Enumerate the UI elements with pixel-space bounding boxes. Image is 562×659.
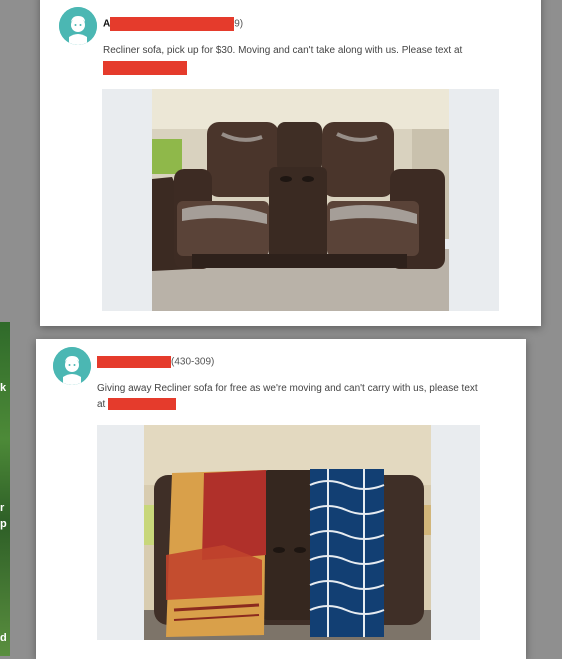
phone-suffix: (430-309) bbox=[171, 356, 215, 368]
poster-name[interactable]: A 9) bbox=[103, 17, 243, 31]
partial-label: r bbox=[0, 502, 5, 514]
partial-label: d bbox=[0, 632, 7, 644]
post-message: Recliner sofa, pick up for $30. Moving a… bbox=[103, 43, 523, 76]
background-plant-strip: k r p d bbox=[0, 322, 10, 656]
post-card: A 9) Recliner sofa, pick up for $30. Movi… bbox=[40, 0, 541, 326]
partial-label: k bbox=[0, 382, 7, 394]
redacted-name bbox=[97, 356, 171, 368]
redacted-phone bbox=[108, 398, 177, 411]
redacted-phone bbox=[103, 61, 187, 75]
recliner-sofa-photo[interactable] bbox=[152, 89, 449, 311]
partial-label: p bbox=[0, 518, 7, 530]
poster-initial: A bbox=[103, 18, 111, 30]
user-avatar-icon[interactable] bbox=[59, 7, 97, 45]
covered-recliner-sofa-photo[interactable] bbox=[144, 425, 431, 640]
post-message: Giving away Recliner sofa for free as we… bbox=[97, 383, 478, 411]
poster-name[interactable]: (430-309) bbox=[97, 356, 214, 368]
post-card: (430-309) Giving away Recliner sofa for … bbox=[36, 339, 526, 659]
redacted-name bbox=[110, 17, 235, 31]
phone-suffix: 9) bbox=[234, 18, 244, 30]
user-avatar-icon[interactable] bbox=[53, 347, 91, 385]
